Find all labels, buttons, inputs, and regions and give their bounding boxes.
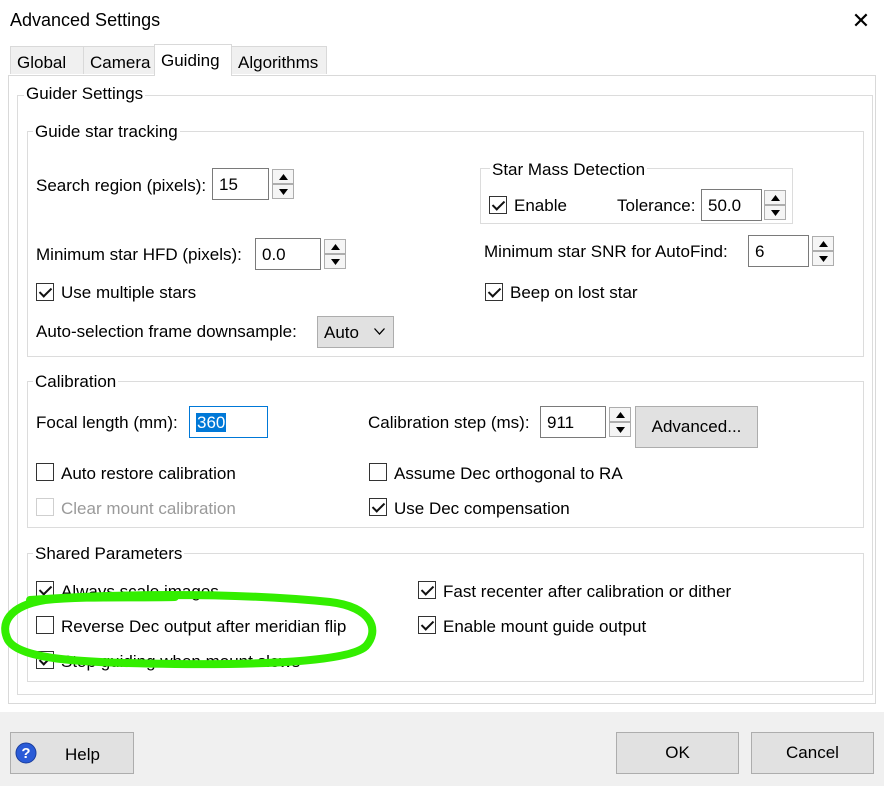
arrow-up-icon [819, 241, 828, 247]
fast-recenter-label: Fast recenter after calibration or dithe… [443, 582, 732, 601]
tolerance-label: Tolerance: [617, 196, 696, 215]
min-hfd-spinner [324, 239, 346, 269]
focal-length-value: 360 [196, 413, 227, 432]
auto-selection-value: Auto [324, 323, 359, 342]
tab-guiding[interactable]: Guiding [154, 44, 232, 76]
beep-on-lost-star-checkbox[interactable] [485, 283, 503, 301]
tab-algorithms[interactable]: Algorithms [231, 46, 327, 74]
help-button-label: Help [65, 745, 100, 764]
tolerance-spinner [764, 190, 786, 220]
spin-up-button[interactable] [812, 236, 834, 251]
arrow-up-icon [279, 174, 288, 180]
arrow-down-icon [771, 210, 780, 216]
spin-down-button[interactable] [812, 251, 834, 266]
calibration-title: Calibration [33, 372, 119, 392]
tolerance-input[interactable]: 50.0 [701, 189, 762, 221]
min-snr-label: Minimum star SNR for AutoFind: [484, 242, 728, 261]
arrow-down-icon [819, 256, 828, 262]
help-button[interactable]: ? Help [10, 732, 134, 774]
search-region-spinner [272, 169, 294, 199]
auto-restore-calibration-label: Auto restore calibration [61, 464, 236, 483]
spin-up-button[interactable] [272, 169, 294, 184]
auto-restore-calibration-checkbox[interactable] [36, 463, 54, 481]
window-title: Advanced Settings [10, 10, 161, 30]
use-dec-compensation-label: Use Dec compensation [394, 499, 570, 518]
use-dec-compensation-checkbox[interactable] [369, 498, 387, 516]
auto-selection-label: Auto-selection frame downsample: [36, 322, 297, 341]
use-multiple-stars-checkbox[interactable] [36, 283, 54, 301]
close-icon[interactable]: ✕ [846, 6, 876, 36]
arrow-up-icon [331, 244, 340, 250]
use-multiple-stars-label: Use multiple stars [61, 283, 197, 302]
tab-camera[interactable]: Camera [83, 46, 155, 74]
advanced-button[interactable]: Advanced... [635, 406, 758, 448]
chevron-down-icon [374, 328, 385, 335]
assume-dec-orthogonal-label: Assume Dec orthogonal to RA [394, 464, 623, 483]
guide-star-tracking-title: Guide star tracking [33, 122, 180, 142]
tab-label: Guiding [161, 51, 220, 70]
arrow-down-icon [616, 427, 625, 433]
star-mass-detection-title: Star Mass Detection [490, 160, 648, 180]
calibration-step-spinner [609, 407, 631, 437]
star-mass-enable-label: Enable [514, 196, 567, 215]
tab-label: Algorithms [238, 53, 319, 72]
shared-parameters-title: Shared Parameters [33, 544, 185, 564]
arrow-down-icon [331, 259, 340, 265]
arrow-down-icon [279, 189, 288, 195]
cancel-button[interactable]: Cancel [751, 732, 874, 774]
spin-down-button[interactable] [609, 422, 631, 437]
spin-up-button[interactable] [764, 190, 786, 205]
arrow-up-icon [616, 412, 625, 418]
clear-mount-calibration-label: Clear mount calibration [61, 499, 236, 518]
tab-label: Camera [90, 53, 151, 72]
ok-button[interactable]: OK [616, 732, 739, 774]
help-icon: ? [15, 742, 37, 764]
calibration-step-label: Calibration step (ms): [368, 413, 530, 432]
search-region-input[interactable]: 15 [212, 168, 269, 200]
spin-down-button[interactable] [764, 205, 786, 220]
clear-mount-calibration-checkbox [36, 498, 54, 516]
star-mass-enable-checkbox[interactable] [489, 196, 507, 214]
tab-label: Global [17, 53, 67, 72]
fast-recenter-checkbox[interactable] [418, 581, 436, 599]
highlight-annotation [1, 591, 377, 669]
guider-settings-title: Guider Settings [24, 84, 146, 104]
focal-length-label: Focal length (mm): [36, 413, 178, 432]
enable-mount-guide-output-label: Enable mount guide output [443, 617, 647, 636]
min-hfd-input[interactable]: 0.0 [255, 238, 321, 270]
focal-length-input[interactable]: 360 [189, 406, 268, 438]
arrow-up-icon [771, 195, 780, 201]
spin-up-button[interactable] [324, 239, 346, 254]
min-hfd-label: Minimum star HFD (pixels): [36, 245, 242, 264]
spin-down-button[interactable] [324, 254, 346, 269]
search-region-label: Search region (pixels): [36, 176, 207, 195]
assume-dec-orthogonal-checkbox[interactable] [369, 463, 387, 481]
min-snr-spinner [812, 236, 834, 266]
title-bar: Advanced Settings ✕ [0, 0, 884, 42]
enable-mount-guide-output-checkbox[interactable] [418, 616, 436, 634]
spin-down-button[interactable] [272, 184, 294, 199]
auto-selection-dropdown[interactable]: Auto [317, 316, 394, 348]
calibration-step-input[interactable]: 911 [540, 406, 606, 438]
min-snr-input[interactable]: 6 [748, 235, 809, 267]
svg-text:?: ? [21, 745, 30, 762]
tab-global[interactable]: Global [10, 46, 84, 74]
beep-on-lost-star-label: Beep on lost star [510, 283, 638, 302]
spin-up-button[interactable] [609, 407, 631, 422]
